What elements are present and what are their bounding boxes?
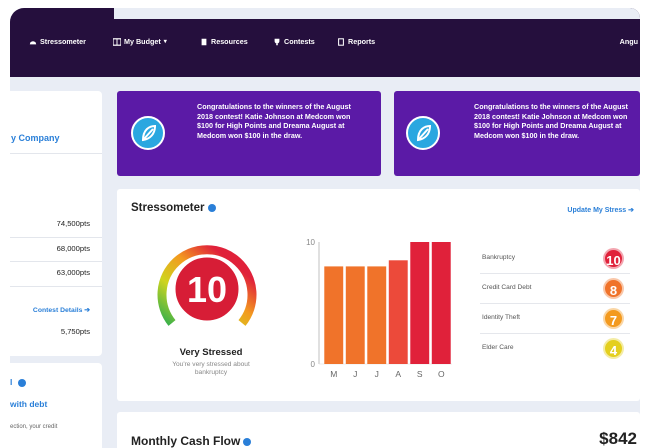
divider — [480, 333, 630, 334]
top-navigation-bar: Stressometer My Budget ▾ Resources Conte… — [10, 8, 640, 77]
cash-flow-amount: $842 — [599, 429, 637, 448]
monthly-cash-flow-card: Monthly Cash Flow $842 — [117, 412, 640, 448]
nav-item-my-budget[interactable]: My Budget ▾ — [113, 37, 167, 46]
chart-bar — [345, 266, 365, 364]
x-tick-label: O — [438, 369, 445, 379]
tip-card-subtitle[interactable]: with debt — [10, 399, 47, 409]
chevron-down-icon: ▾ — [163, 39, 167, 45]
stressometer-title: Stressometer — [131, 202, 216, 214]
stress-level-label: Very Stressed — [179, 347, 243, 358]
stress-ranking-label: Bankruptcy — [482, 254, 515, 261]
leaderboard-score: 74,500pts — [56, 219, 90, 228]
leaf-badge-icon — [406, 116, 440, 150]
divider — [10, 153, 102, 154]
banner-message: Congratulations to the winners of the Au… — [474, 102, 628, 140]
info-icon[interactable] — [207, 203, 216, 212]
divider — [480, 303, 630, 304]
chart-bar — [367, 266, 387, 364]
stress-ranking-row[interactable]: Credit Card Debt 8 — [472, 277, 630, 301]
nav-item-stressometer[interactable]: Stressometer — [29, 37, 86, 46]
stress-ranking-label: Elder Care — [482, 344, 514, 351]
divider — [10, 261, 102, 262]
x-tick-label: S — [417, 369, 423, 379]
arrow-right-icon: ➔ — [628, 207, 634, 214]
user-menu[interactable]: Angu — [620, 37, 638, 46]
divider — [10, 286, 102, 287]
stress-ranking-row[interactable]: Identity Theft 7 — [472, 307, 630, 331]
tip-card: l with debt ection, your credit — [10, 363, 102, 448]
stress-ranking-label: Credit Card Debt — [482, 284, 532, 291]
nav-item-contests[interactable]: Contests — [273, 37, 315, 46]
book-icon — [201, 38, 207, 45]
chart-bar — [324, 266, 344, 364]
x-tick-label: M — [330, 369, 337, 379]
nav-item-reports[interactable]: Reports — [337, 37, 375, 46]
chart-bar — [410, 242, 430, 364]
x-tick-label: A — [395, 369, 401, 379]
leaderboard-score: 68,000pts — [56, 244, 90, 253]
x-tick-label: J — [353, 369, 357, 379]
chart-bar — [388, 260, 408, 364]
cash-flow-title: Monthly Cash Flow — [131, 434, 252, 448]
gauge-level: 10 — [187, 269, 227, 310]
tip-card-text: ection, your credit — [10, 424, 58, 430]
contest-details-link[interactable]: Contest Details ➔ — [33, 306, 90, 314]
stress-ranking-value: 7 — [603, 308, 624, 329]
chart-bar — [431, 242, 451, 364]
x-tick-label: J — [375, 369, 379, 379]
my-points: 5,750pts — [60, 327, 90, 336]
app-window: Stressometer My Budget ▾ Resources Conte… — [10, 8, 640, 448]
contest-winner-banner: Congratulations to the winners of the Au… — [394, 91, 640, 176]
stress-level-subtext: You're very stressed about bankruptcy — [172, 361, 250, 376]
leaderboard-card: y Company 74,500pts 68,000pts 63,000pts … — [10, 91, 102, 356]
nav-item-resources[interactable]: Resources — [200, 37, 248, 46]
window-top-strip — [114, 8, 640, 19]
y-tick-label: 10 — [306, 238, 315, 247]
info-icon[interactable] — [243, 437, 252, 446]
stress-ranking-label: Identity Theft — [482, 314, 520, 321]
leaf-badge-icon — [131, 116, 165, 150]
stress-gauge: 10 — [157, 245, 257, 326]
info-icon[interactable] — [17, 378, 26, 387]
update-stress-link[interactable]: Update My Stress ➔ — [567, 206, 634, 214]
contest-winner-banner: Congratulations to the winners of the Au… — [117, 91, 381, 176]
stress-ranking-row[interactable]: Bankruptcy 10 — [472, 247, 630, 271]
stressometer-card: Stressometer Update My Stress ➔ 10 Very … — [117, 189, 640, 401]
stress-bar-chart: 0 10 M J J A S O — [306, 238, 452, 379]
arrow-right-icon: ➔ — [84, 307, 90, 314]
divider — [10, 237, 102, 238]
tip-card-title: l — [10, 377, 26, 387]
grid-icon — [113, 37, 121, 46]
gauge-icon — [29, 40, 37, 44]
report-icon — [338, 37, 344, 46]
stress-ranking-value: 10 — [603, 248, 624, 269]
banner-message: Congratulations to the winners of the Au… — [197, 102, 351, 140]
divider — [480, 273, 630, 274]
stress-ranking-value: 4 — [603, 338, 624, 359]
trophy-icon — [274, 38, 280, 45]
stress-ranking-row[interactable]: Elder Care 4 — [472, 337, 630, 361]
stress-ranking-value: 8 — [603, 278, 624, 299]
leaderboard-score: 63,000pts — [56, 268, 90, 277]
y-tick-label: 0 — [311, 360, 316, 369]
company-name[interactable]: y Company — [11, 133, 60, 143]
